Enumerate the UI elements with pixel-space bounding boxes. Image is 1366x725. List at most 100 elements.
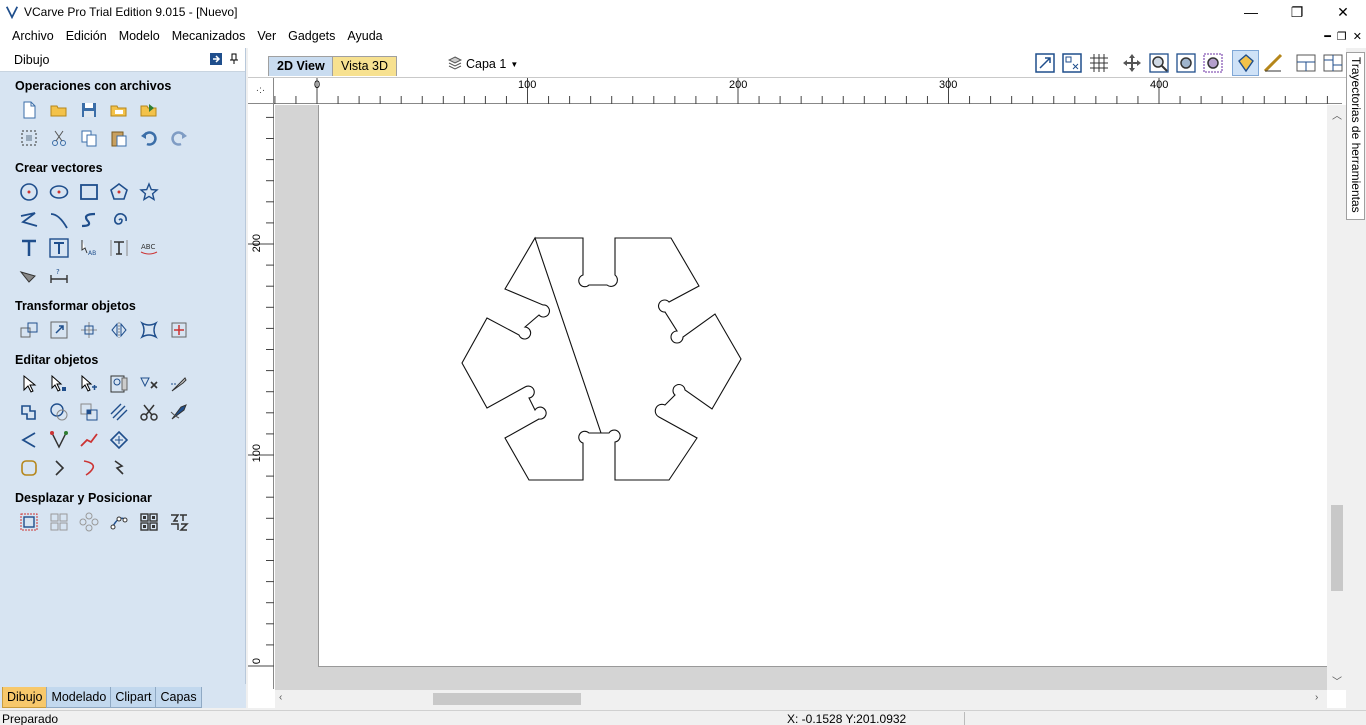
layer-selector[interactable]: Capa 1 ▼ (447, 54, 518, 74)
dimension-icon[interactable] (14, 262, 44, 290)
interactive-trim-icon[interactable] (104, 370, 134, 398)
text-icon[interactable] (14, 234, 44, 262)
job-boundary-icon[interactable] (14, 508, 44, 536)
panel-dock-icon[interactable] (209, 52, 223, 69)
show-toolpaths-icon[interactable] (1259, 50, 1286, 76)
circle-icon[interactable] (14, 178, 44, 206)
open-folder-icon[interactable] (104, 96, 134, 124)
auto-nest-icon[interactable] (164, 508, 194, 536)
zoom-selection-icon[interactable] (1199, 50, 1226, 76)
delete-node-icon[interactable] (134, 370, 164, 398)
vertical-scroll-thumb[interactable] (1331, 505, 1343, 591)
pan-icon[interactable] (1118, 50, 1145, 76)
menu-ayuda[interactable]: Ayuda (341, 24, 388, 48)
vector-path-top[interactable] (535, 237, 601, 288)
vector-path-left[interactable] (461, 236, 602, 481)
panel-tab-capas[interactable]: Capas (155, 687, 202, 708)
center-icon[interactable] (164, 316, 194, 344)
scroll-down-icon[interactable]: ﹀ (1332, 673, 1342, 688)
zoom-in-icon[interactable] (1145, 50, 1172, 76)
vector-drawing[interactable] (319, 105, 1327, 667)
join-icon[interactable] (14, 426, 44, 454)
intersect-icon[interactable] (74, 398, 104, 426)
weld-icon[interactable] (14, 398, 44, 426)
rectangle-icon[interactable] (74, 178, 104, 206)
break-icon[interactable] (104, 454, 134, 482)
menu-modelo[interactable]: Modelo (113, 24, 166, 48)
select-all-icon[interactable] (14, 124, 44, 152)
close-vector-icon[interactable] (14, 454, 44, 482)
zoom-box-icon[interactable] (1172, 50, 1199, 76)
vector-path-right[interactable] (601, 237, 742, 481)
paste-icon[interactable] (104, 124, 134, 152)
spiral-icon[interactable] (104, 206, 134, 234)
material-sheet[interactable] (318, 105, 1327, 667)
star-icon[interactable] (134, 178, 164, 206)
arc-text-icon[interactable]: ABC (134, 234, 164, 262)
layout-side-icon[interactable] (1319, 50, 1346, 76)
curve-icon[interactable] (44, 206, 74, 234)
horizontal-scroll-thumb[interactable] (433, 693, 581, 705)
trim-icon[interactable] (74, 454, 104, 482)
menu-mecanizados[interactable]: Mecanizados (166, 24, 252, 48)
scroll-right-icon[interactable]: › (1315, 692, 1318, 703)
subtract-icon[interactable] (44, 398, 74, 426)
horizontal-scrollbar[interactable]: ‹ › (275, 690, 1327, 708)
cut-icon[interactable] (44, 124, 74, 152)
bezier-icon[interactable] (74, 206, 104, 234)
drawing-canvas[interactable] (275, 105, 1327, 690)
menu-gadgets[interactable]: Gadgets (282, 24, 341, 48)
zoom-extents-icon[interactable] (1031, 50, 1058, 76)
menu-archivo[interactable]: Archivo (6, 24, 60, 48)
close-button[interactable]: ✕ (1320, 0, 1366, 24)
tab-2d-view[interactable]: 2D View (268, 56, 334, 76)
panel-pin-icon[interactable] (229, 53, 239, 68)
ruler-corner[interactable]: ·:· (248, 78, 274, 104)
hatch-icon[interactable] (104, 398, 134, 426)
mirror-icon[interactable] (104, 316, 134, 344)
copy-along-curve-icon[interactable] (104, 508, 134, 536)
import-icon[interactable] (134, 96, 164, 124)
snap-settings-icon[interactable] (1058, 50, 1085, 76)
tab-3d-view[interactable]: Vista 3D (332, 56, 398, 76)
polygon-icon[interactable] (104, 178, 134, 206)
scroll-left-icon[interactable]: ‹ (279, 692, 282, 703)
transform-select-icon[interactable] (74, 370, 104, 398)
scroll-up-icon[interactable]: ︿ (1332, 107, 1342, 122)
distort-icon[interactable] (134, 316, 164, 344)
menu-edicion[interactable]: Edición (60, 24, 113, 48)
minimize-button[interactable]: — (1228, 0, 1274, 24)
join-curves-icon[interactable] (44, 426, 74, 454)
grid-icon[interactable] (1085, 50, 1112, 76)
measure-icon[interactable]: ? (44, 262, 74, 290)
node-edit-icon[interactable] (44, 370, 74, 398)
mdi-close-icon[interactable]: ✕ (1353, 30, 1362, 43)
show-vectors-icon[interactable] (1232, 50, 1259, 76)
text-size-icon[interactable] (104, 234, 134, 262)
copy-icon[interactable] (74, 124, 104, 152)
fillet-icon[interactable] (164, 398, 194, 426)
auto-layout-text-icon[interactable] (44, 234, 74, 262)
scissors-icon[interactable] (134, 398, 164, 426)
save-icon[interactable] (74, 96, 104, 124)
align-icon[interactable] (74, 316, 104, 344)
text-on-curve-icon[interactable]: AB (74, 234, 104, 262)
extend-icon[interactable] (44, 454, 74, 482)
restore-button[interactable]: ❐ (1274, 0, 1320, 24)
menu-ver[interactable]: Ver (251, 24, 282, 48)
new-file-icon[interactable] (14, 96, 44, 124)
ellipse-icon[interactable] (44, 178, 74, 206)
open-file-icon[interactable] (44, 96, 74, 124)
panel-tab-dibujo[interactable]: Dibujo (2, 687, 48, 708)
trim-knife-icon[interactable] (164, 370, 194, 398)
toolpaths-tab[interactable]: Trayectorias de herramientas (1346, 52, 1365, 220)
layout-split-icon[interactable] (1292, 50, 1319, 76)
nest-icon[interactable] (134, 508, 164, 536)
vertical-scrollbar[interactable]: ︿ ﹀ (1327, 105, 1346, 690)
circular-array-icon[interactable] (74, 508, 104, 536)
offset-icon[interactable] (104, 426, 134, 454)
panel-tab-clipart[interactable]: Clipart (110, 687, 157, 708)
array-copy-icon[interactable] (44, 508, 74, 536)
redo-icon[interactable] (164, 124, 194, 152)
mdi-restore-icon[interactable]: ❐ (1337, 30, 1347, 43)
